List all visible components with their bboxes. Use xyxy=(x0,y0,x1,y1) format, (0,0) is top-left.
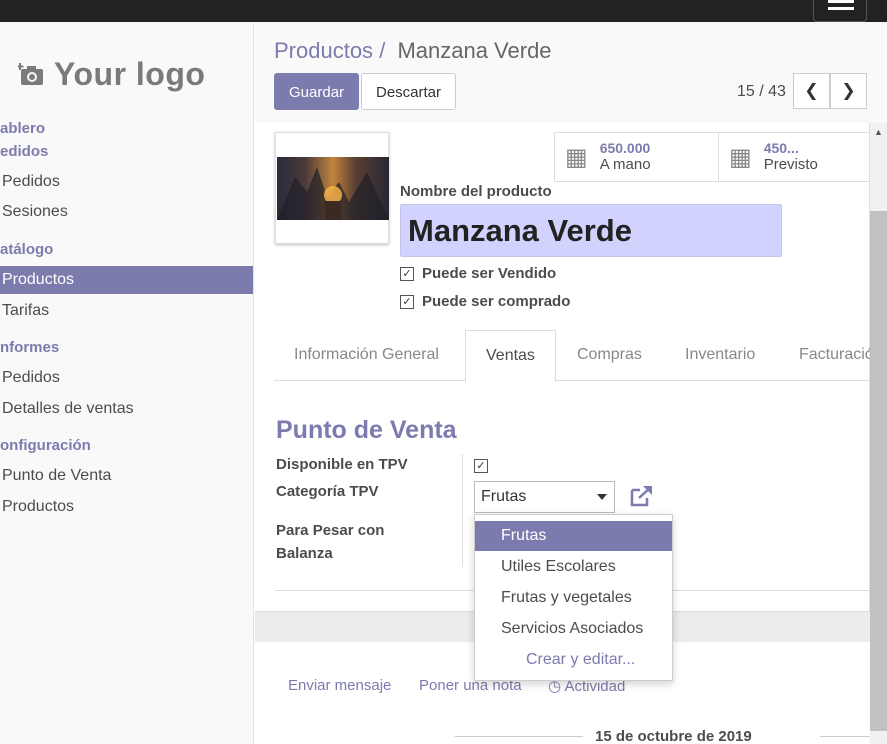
pager-counter[interactable]: 15 / 43 xyxy=(737,83,786,101)
sidebar-head-catalogo[interactable]: atálogo xyxy=(0,241,53,258)
product-image-art xyxy=(277,157,389,220)
stat-forecast-button[interactable]: ▦ 450... Previsto xyxy=(718,132,870,182)
can-be-sold-row: ✓ Puede ser Vendido xyxy=(400,265,556,282)
breadcrumb-parent[interactable]: Productos xyxy=(274,38,373,63)
product-name-input[interactable]: Manzana Verde xyxy=(400,204,782,257)
sidebar-item-config-productos[interactable]: Productos xyxy=(0,493,253,521)
sidebar-item-informes-pedidos[interactable]: Pedidos xyxy=(0,364,253,392)
pos-category-label: Categoría TPV xyxy=(276,483,379,500)
sidebar-item-punto-de-venta[interactable]: Punto de Venta xyxy=(0,462,253,490)
top-navbar xyxy=(0,0,887,22)
scroll-up-arrow-icon[interactable]: ▲ xyxy=(874,127,883,137)
product-image[interactable] xyxy=(275,132,389,244)
sidebar-item-detalles-ventas[interactable]: Detalles de ventas xyxy=(0,395,253,423)
date-separator-line xyxy=(455,736,583,737)
dropdown-option[interactable]: Utiles Escolares xyxy=(475,552,672,582)
sidebar-item-tarifas[interactable]: Tarifas xyxy=(0,297,253,325)
hamburger-line xyxy=(828,0,854,3)
sidebar-head-pedidos[interactable]: edidos xyxy=(0,143,48,160)
pos-category-value: Frutas xyxy=(481,488,527,505)
sidebar-item-pedidos[interactable]: Pedidos xyxy=(0,168,253,196)
company-logo[interactable]: Your logo xyxy=(18,52,205,96)
building-icon: ▦ xyxy=(729,143,752,171)
stat-forecast-value: 450... xyxy=(763,140,799,156)
hamburger-menu-button[interactable] xyxy=(813,0,867,22)
send-message-button[interactable]: Enviar mensaje xyxy=(288,677,391,694)
chevron-right-icon: ❯ xyxy=(841,81,856,100)
app-sidebar: Your logo ablero edidos Pedidos Sesiones… xyxy=(0,22,254,744)
tab-facturacion[interactable]: Facturación xyxy=(779,330,870,381)
breadcrumb: Productos / Manzana Verde xyxy=(274,38,552,64)
sidebar-head-informes[interactable]: nformes xyxy=(0,339,59,356)
camera-plus-icon xyxy=(18,63,43,85)
sidebar-item-productos[interactable]: Productos xyxy=(0,266,253,294)
date-separator: 15 de octubre de 2019 xyxy=(255,726,870,744)
field-divider xyxy=(462,454,463,567)
save-button[interactable]: Guardar xyxy=(274,73,360,110)
stat-on-hand-value: 650.000 xyxy=(599,140,651,156)
building-icon: ▦ xyxy=(565,143,588,171)
pos-section-title: Punto de Venta xyxy=(276,416,457,444)
to-weigh-label-line2: Balanza xyxy=(276,545,333,562)
caret-down-icon xyxy=(597,494,607,500)
scrollbar-thumb[interactable] xyxy=(870,211,887,731)
can-be-purchased-row: ✓ Puede ser comprado xyxy=(400,293,570,310)
hamburger-line xyxy=(828,7,854,10)
create-and-edit-option[interactable]: Crear y editar... xyxy=(475,645,672,675)
dropdown-option[interactable]: Servicios Asociados xyxy=(475,614,672,644)
pos-category-dropdown: Frutas Utiles Escolares Frutas y vegetal… xyxy=(474,514,673,681)
can-be-purchased-checkbox[interactable]: ✓ xyxy=(400,294,414,309)
breadcrumb-current: Manzana Verde xyxy=(397,38,552,63)
breadcrumb-separator: / xyxy=(379,38,386,63)
stat-on-hand-label: A mano xyxy=(599,156,651,173)
external-link-button[interactable] xyxy=(629,484,655,512)
dropdown-option[interactable]: Frutas xyxy=(475,521,672,551)
vertical-scrollbar[interactable]: ▲ xyxy=(870,123,887,744)
form-tabs: Información General Ventas Compras Inven… xyxy=(274,330,870,382)
sidebar-head-tablero[interactable]: ablero xyxy=(0,120,45,137)
can-be-sold-label: Puede ser Vendido xyxy=(422,265,557,282)
product-name-label: Nombre del producto xyxy=(400,183,552,200)
available-in-pos-checkbox[interactable]: ✓ xyxy=(474,459,488,473)
tab-ventas[interactable]: Ventas xyxy=(465,330,556,382)
stat-on-hand-button[interactable]: ▦ 650.000 A mano xyxy=(554,132,719,182)
can-be-purchased-label: Puede ser comprado xyxy=(422,293,571,310)
tab-informacion-general[interactable]: Información General xyxy=(274,330,459,381)
stat-forecast-label: Previsto xyxy=(763,156,818,173)
discard-button[interactable]: Descartar xyxy=(361,73,457,110)
to-weigh-label-line1: Para Pesar con xyxy=(276,522,385,539)
can-be-sold-checkbox[interactable]: ✓ xyxy=(400,266,414,281)
dropdown-option[interactable]: Frutas y vegetales xyxy=(475,583,672,613)
date-separator-line xyxy=(820,736,870,737)
available-in-pos-label: Disponible en TPV xyxy=(276,456,408,473)
date-separator-text: 15 de octubre de 2019 xyxy=(595,728,752,744)
pos-category-select[interactable]: Frutas xyxy=(474,481,615,513)
sidebar-item-sesiones[interactable]: Sesiones xyxy=(0,198,253,226)
logo-text: Your logo xyxy=(54,55,206,92)
sidebar-head-configuracion[interactable]: onfiguración xyxy=(0,437,91,454)
pager-previous-button[interactable]: ❮ xyxy=(793,73,830,109)
tab-inventario[interactable]: Inventario xyxy=(665,330,775,381)
main-content: Productos / Manzana Verde Guardar Descar… xyxy=(255,22,887,744)
tab-compras[interactable]: Compras xyxy=(557,330,662,381)
chevron-left-icon: ❮ xyxy=(804,81,819,100)
external-link-icon xyxy=(630,486,652,507)
pager-next-button[interactable]: ❯ xyxy=(830,73,867,109)
